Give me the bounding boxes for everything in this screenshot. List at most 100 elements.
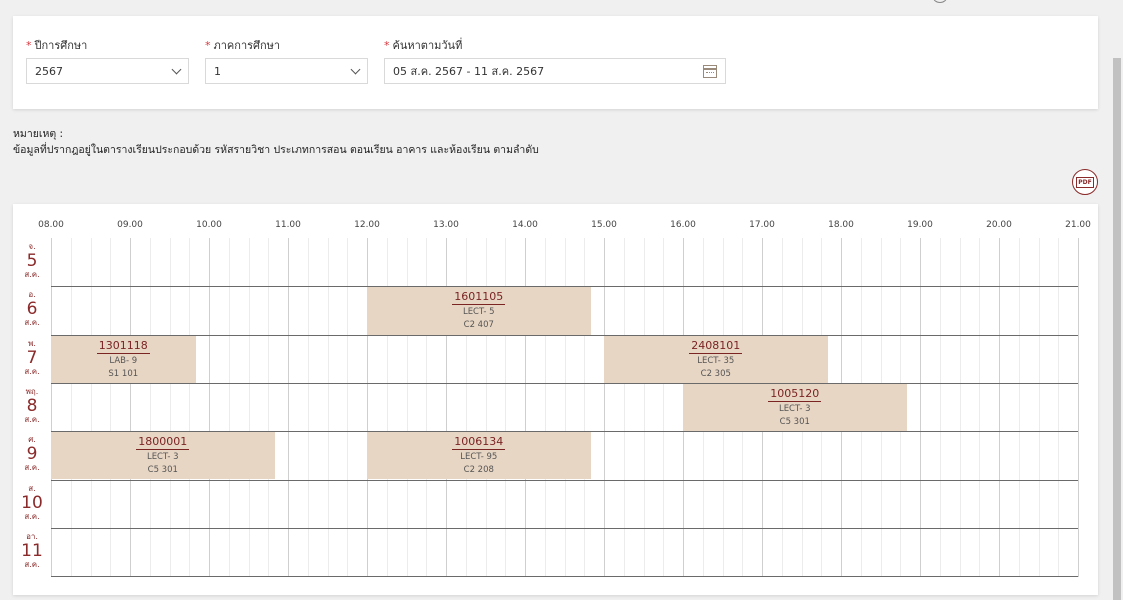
date-label: * ค้นหาตามวันที่	[384, 36, 462, 54]
quarter-gridline	[110, 238, 112, 577]
quarter-gridline	[643, 238, 645, 577]
day-month: ส.ค.	[24, 366, 40, 376]
hour-label: 20.00	[986, 220, 1012, 230]
day-number: 9	[26, 444, 38, 465]
hour-label: 15.00	[591, 220, 617, 230]
hour-label: 14.00	[512, 220, 538, 230]
day-label: อา. 11 ส.ค.	[13, 528, 51, 576]
class-block[interactable]: 2408101 LECT- 35 C2 305	[604, 335, 828, 383]
semester-label: * ภาคการศึกษา	[205, 36, 280, 54]
course-code: 1301118	[96, 338, 150, 354]
section-type: LECT- 95	[460, 452, 498, 463]
quarter-gridline	[327, 238, 329, 577]
timetable-grid: 1601105 LECT- 5 C2 407 1301118 LAB- 9 S1 101 2…	[51, 238, 1079, 578]
course-code: 2408101	[689, 338, 743, 354]
quarter-gridline	[939, 238, 941, 577]
class-block[interactable]: 1005120 LECT- 3 C5 301	[683, 383, 907, 432]
day-number: 8	[26, 395, 38, 416]
hour-label: 09.00	[117, 220, 143, 230]
required-mark: *	[205, 39, 211, 52]
day-abbr: ส.	[28, 483, 36, 493]
course-code: 1006134	[452, 435, 506, 451]
hour-label: 18.00	[828, 220, 854, 230]
chevron-down-icon	[350, 64, 361, 74]
required-mark: *	[26, 39, 32, 52]
semester-select[interactable]: 1	[205, 58, 368, 84]
room-location: C2 305	[700, 368, 731, 379]
course-code: 1005120	[768, 386, 822, 402]
pdf-icon: PDF	[1076, 176, 1094, 188]
hour-gridline	[1078, 238, 1079, 577]
quarter-gridline	[149, 238, 151, 577]
top-bar	[0, 0, 1123, 15]
day-label: พฤ. 8 ส.ค.	[13, 383, 51, 431]
hour-gridline	[604, 238, 605, 577]
date-range-picker[interactable]: 05 ส.ค. 2567 - 11 ส.ค. 2567	[384, 58, 726, 84]
day-month: ส.ค.	[24, 318, 40, 328]
day-label: พ. 7 ส.ค.	[13, 335, 51, 383]
day-month: ส.ค.	[24, 414, 40, 424]
semester-label-text: ภาคการศึกษา	[213, 39, 281, 52]
section-type: LECT- 35	[697, 355, 735, 366]
section-type: LECT- 3	[146, 452, 179, 463]
hour-label: 16.00	[670, 220, 696, 230]
year-label: * ปีการศึกษา	[26, 36, 87, 54]
room-location: C5 301	[779, 416, 810, 427]
quarter-gridline	[1018, 238, 1020, 577]
hour-gridline	[51, 238, 52, 577]
scrollbar-thumb[interactable]	[1113, 58, 1121, 600]
room-location: C5 301	[147, 465, 178, 476]
day-number: 7	[26, 347, 38, 368]
date-label-text: ค้นหาตามวันที่	[392, 39, 463, 52]
day-label: อ. 6 ส.ค.	[13, 286, 51, 334]
quarter-gridline	[623, 238, 625, 577]
class-block[interactable]: 1301118 LAB- 9 S1 101	[51, 335, 196, 383]
chevron-down-icon	[171, 64, 182, 74]
day-label: จ. 5 ส.ค.	[13, 238, 51, 286]
required-mark: *	[384, 39, 390, 52]
calendar-icon[interactable]	[703, 64, 717, 78]
date-range-value: 05 ส.ค. 2567 - 11 ส.ค. 2567	[393, 65, 545, 78]
day-number: 10	[21, 492, 43, 513]
day-number: 6	[26, 299, 38, 320]
quarter-gridline	[1058, 238, 1060, 577]
quarter-gridline	[70, 238, 72, 577]
note-title: หมายเหตุ :	[13, 128, 64, 140]
quarter-gridline	[248, 238, 250, 577]
user-icon[interactable]	[933, 0, 947, 3]
year-select-value: 2567	[35, 64, 63, 78]
day-label: ศ. 9 ส.ค.	[13, 431, 51, 479]
row-divider	[51, 576, 1078, 578]
note-text: ข้อมูลที่ปรากฎอยู่ในตารางเรียนประกอบด้วย…	[13, 144, 539, 156]
scrollbar[interactable]	[1111, 0, 1123, 600]
quarter-gridline	[959, 238, 961, 577]
hour-gridline	[209, 238, 210, 577]
hour-label: 19.00	[907, 220, 933, 230]
quarter-gridline	[307, 238, 309, 577]
hour-gridline	[999, 238, 1000, 577]
day-month: ส.ค.	[24, 270, 40, 279]
class-block[interactable]: 1800001 LECT- 3 C5 301	[51, 432, 275, 480]
class-block[interactable]: 1601105 LECT- 5 C2 407	[367, 287, 591, 335]
hour-label: 12.00	[354, 220, 380, 230]
pdf-export-button[interactable]: PDF	[1072, 169, 1098, 195]
class-block[interactable]: 1006134 LECT- 95 C2 208	[367, 432, 591, 480]
course-code: 1601105	[452, 290, 506, 306]
year-select[interactable]: 2567	[26, 58, 189, 84]
hour-label: 10.00	[196, 220, 222, 230]
hour-label: 13.00	[433, 220, 459, 230]
row-divider	[51, 334, 1078, 336]
room-location: C2 407	[463, 320, 494, 331]
quarter-gridline	[268, 238, 270, 577]
hour-gridline	[920, 238, 921, 577]
quarter-gridline	[1038, 238, 1040, 577]
room-location: S1 101	[108, 368, 139, 379]
semester-select-value: 1	[214, 64, 221, 78]
hour-label: 21.00	[1065, 220, 1091, 230]
section-type: LECT- 3	[778, 403, 811, 414]
row-divider	[51, 382, 1078, 384]
row-divider	[51, 527, 1078, 529]
hour-gridline	[288, 238, 289, 577]
room-location: C2 208	[463, 465, 494, 476]
day-number: 11	[21, 540, 43, 561]
